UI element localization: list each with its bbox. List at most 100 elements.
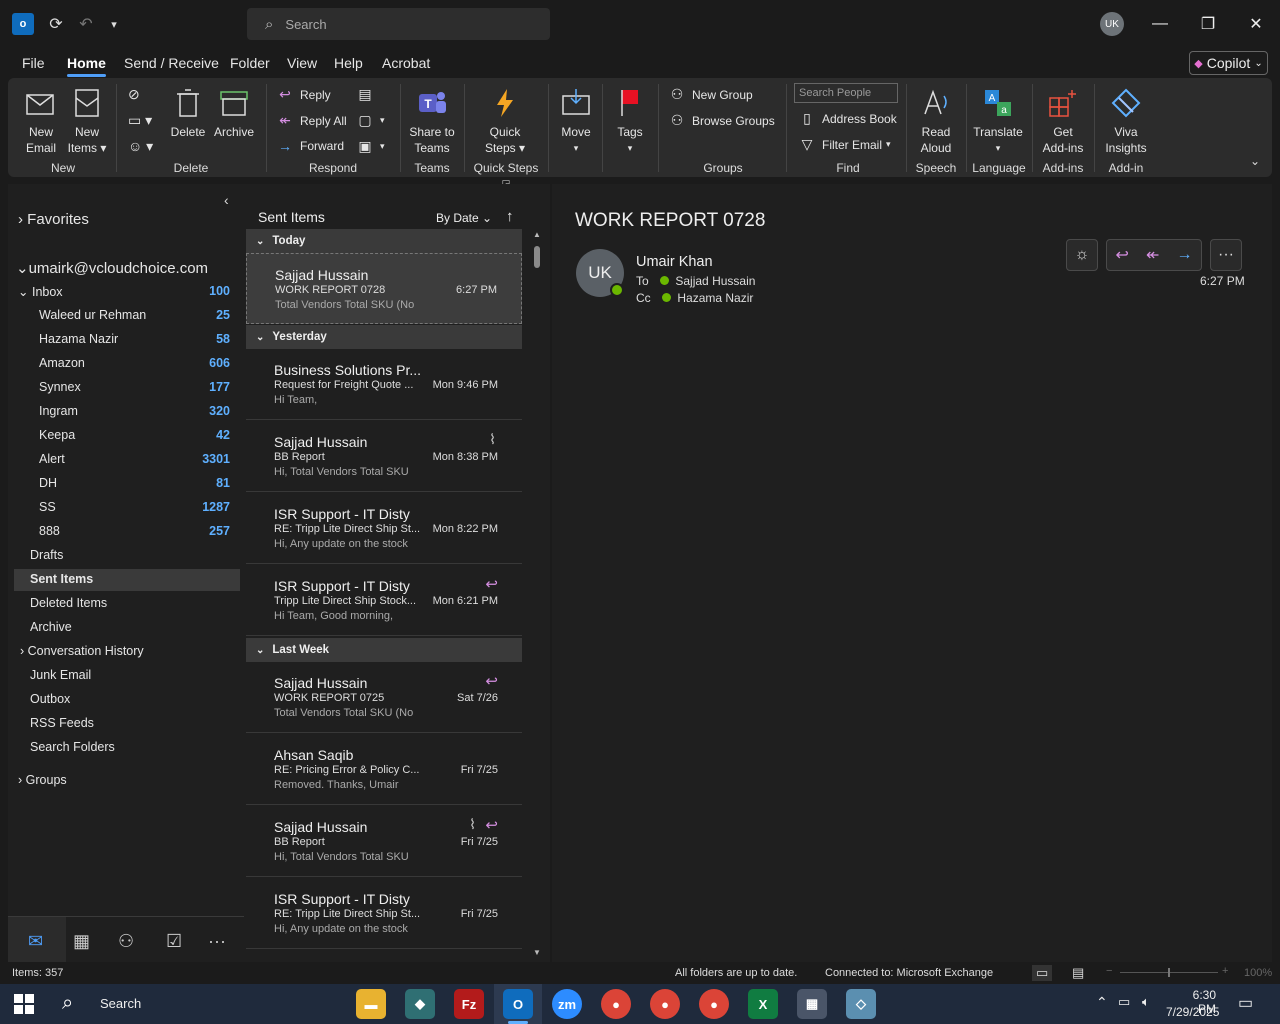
zoom-in-icon[interactable]: + [1222,965,1228,977]
browse-groups-button[interactable]: ⚇ Browse Groups [668,112,775,129]
folder-item[interactable]: Amazon 606 [14,353,240,375]
filezilla-icon[interactable]: Fz [454,989,484,1019]
copilot-button[interactable]: ◆ Copilot ⌄ [1189,51,1268,75]
excel-icon[interactable]: X [748,989,778,1019]
ribbon-expand-icon[interactable]: ⌄ [1250,154,1260,168]
message-item[interactable]: ISR Support - IT Disty RE: Tripp Lite Dir… [246,878,522,949]
group-header-today[interactable]: ⌄ Today [246,229,522,253]
tags-button[interactable]: Tags ▾ [612,86,648,156]
search-input[interactable]: ⌕ Search [247,8,550,40]
folder-item[interactable]: Search Folders [14,737,240,759]
junk-button[interactable]: ☺ ▾ [128,138,164,154]
app-icon[interactable]: ◆ [405,989,435,1019]
new-group-button[interactable]: ⚇ New Group [668,86,753,103]
more-respond-button[interactable]: ▣ ▾ [356,138,384,155]
notification-icon[interactable]: ▭ [1238,993,1253,1013]
meeting-button[interactable]: ▤ [356,86,380,103]
sync-icon[interactable]: ⟳ [44,12,68,36]
outlook-taskbar-icon[interactable]: O [503,989,533,1019]
share-to-teams-button[interactable]: T Share to Teams [406,86,458,156]
sort-direction-icon[interactable]: ↑ [506,208,514,225]
sender-name[interactable]: Umair Khan [636,254,713,270]
more-actions-button[interactable]: ··· [1210,239,1242,271]
folder-item[interactable]: DH 81 [14,473,240,495]
mail-icon[interactable]: ✉ [28,931,43,952]
tab-help[interactable]: Help [334,55,363,71]
read-aloud-button[interactable]: Read Aloud [912,86,960,156]
im-button[interactable]: ▢ ▾ [356,112,384,129]
reply-all-button[interactable]: ↞ Reply All [276,112,347,129]
tab-send-receive[interactable]: Send / Receive [124,55,219,71]
chevron-up-icon[interactable]: ⌃ [1096,994,1108,1011]
new-items-button[interactable]: New Items ▾ [66,86,108,156]
scroll-down-icon[interactable]: ▼ [533,948,541,957]
reply-button[interactable]: ↩ Reply [276,86,331,103]
scroll-thumb[interactable] [534,246,540,268]
group-header-yesterday[interactable]: ⌄ Yesterday [246,325,522,349]
taskbar-search[interactable]: Search [100,996,141,1011]
folder-item[interactable]: RSS Feeds [14,713,240,735]
windows-start-icon[interactable] [14,994,34,1014]
delete-button[interactable]: Delete [170,86,206,140]
folder-item[interactable]: Synnex 177 [14,377,240,399]
to-recipient[interactable]: Sajjad Hussain [675,274,755,288]
search-icon[interactable]: ⌕ [62,992,73,1015]
groups-header[interactable]: › Groups [18,773,67,787]
zoom-thumb[interactable] [1168,968,1170,977]
close-button[interactable]: ✕ [1236,8,1276,40]
get-addins-button[interactable]: Get Add-ins [1038,86,1088,156]
folder-item[interactable]: Keepa 42 [14,425,240,447]
translate-button[interactable]: Aa Translate ▾ [970,86,1026,156]
folder-item[interactable]: Alert 3301 [14,449,240,471]
message-item[interactable]: ISR Support - IT Disty Tripp Lite Direct … [246,565,522,636]
tab-home[interactable]: Home [67,55,106,77]
chrome-profile-icon[interactable]: ● [699,989,729,1019]
network-icon[interactable]: ▭ [1118,994,1130,1010]
file-explorer-icon[interactable]: ▬ [356,989,386,1019]
folder-item[interactable]: Drafts [14,545,240,567]
message-item[interactable]: Ahsan Saqib RE: Pricing Error & Policy C.… [246,734,522,805]
folder-item[interactable]: Deleted Items [14,593,240,615]
volume-icon[interactable]: 🔈︎ [1142,994,1150,1010]
message-item[interactable]: Sajjad Hussain BB Report Hi, Total Vendors… [246,421,522,492]
message-item[interactable]: Business Solutions Pr... Request for Frei… [246,349,522,420]
folder-item[interactable]: Archive [14,617,240,639]
forward-icon[interactable]: → [1176,246,1192,264]
tab-file[interactable]: File [22,55,45,71]
archive-button[interactable]: Archive [211,86,257,140]
folder-item[interactable]: Waleed ur Rehman 25 [14,305,240,327]
calendar-icon[interactable]: ▦ [73,931,90,952]
message-item[interactable]: Sajjad Hussain BB Report Hi, Total Vendors… [246,806,522,877]
minimize-button[interactable]: — [1140,8,1180,40]
avatar[interactable]: UK [1100,12,1124,36]
ignore-button[interactable]: ⊘ [128,86,154,102]
viva-insights-button[interactable]: Viva Insights [1100,86,1152,156]
reply-all-icon[interactable]: ↞ [1146,245,1159,265]
message-item[interactable]: Sajjad Hussain WORK REPORT 0728 Total Vend… [246,253,522,324]
folder-item[interactable]: Ingram 320 [14,401,240,423]
normal-view-icon[interactable]: ▭ [1032,965,1053,981]
chrome-icon[interactable]: ● [601,989,631,1019]
message-item[interactable]: ISR Support - IT Disty RE: Tripp Lite Dir… [246,493,522,564]
chrome-profile-icon[interactable]: ● [650,989,680,1019]
clock-date[interactable]: 7/29/2025 [1166,1005,1219,1019]
customize-toolbar-icon[interactable]: ▾ [102,12,126,36]
tasks-icon[interactable]: ☑ [166,931,182,952]
more-apps-icon[interactable]: ··· [208,931,226,952]
tab-view[interactable]: View [287,55,317,71]
folder-item[interactable]: Sent Items [14,569,240,591]
message-item[interactable]: Sajjad Hussain WORK REPORT 0725 Total Vend… [246,662,522,733]
move-button[interactable]: Move ▾ [556,86,596,156]
cleanup-button[interactable]: ▭ ▾ [128,112,164,128]
address-book-button[interactable]: ▯ Address Book [798,110,897,127]
calculator-icon[interactable]: ▦ [797,989,827,1019]
quick-steps-button[interactable]: Quick Steps ▾ [480,86,530,156]
undo-icon[interactable]: ↶ [74,12,98,36]
zoom-out-icon[interactable]: − [1106,965,1112,977]
folder-item[interactable]: Junk Email [14,665,240,687]
people-icon[interactable]: ⚇ [118,931,134,952]
favorites-header[interactable]: › Favorites [18,211,89,228]
app-icon[interactable]: ◇ [846,989,876,1019]
scrollbar[interactable]: ▲ ▼ [530,230,544,960]
scroll-up-icon[interactable]: ▲ [533,230,541,239]
